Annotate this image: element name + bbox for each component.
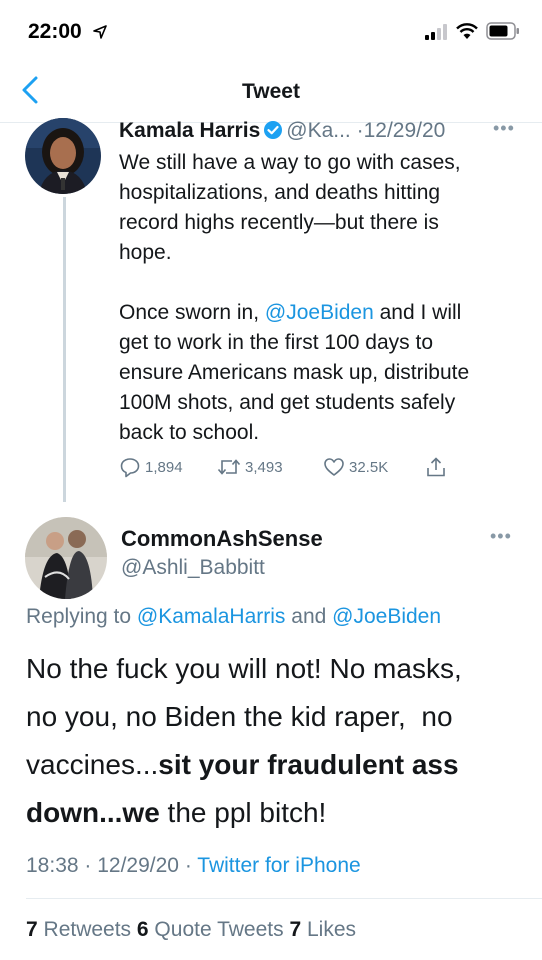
tweet-text-segment: and I will — [373, 301, 462, 324]
battery-icon — [486, 22, 519, 40]
tweet-date[interactable]: 12/29/20 — [364, 119, 446, 142]
likes-count: 7 — [289, 918, 302, 941]
tweet-line: back to school. — [119, 421, 260, 444]
status-time: 22:00 — [28, 20, 82, 43]
tweet-actions: 1,894 3,493 32.5K — [119, 456, 459, 486]
tweet-line: Once sworn in, @JoeBiden and I will — [119, 298, 524, 328]
reply-line: No the fuck you will not! No masks, — [26, 653, 462, 684]
retweet-icon — [217, 459, 241, 475]
navigation-bar: Tweet — [0, 62, 542, 120]
header-separator: · — [356, 119, 364, 142]
more-options-icon[interactable]: ••• — [493, 118, 515, 139]
quote-tweets-count: 6 — [136, 918, 149, 941]
verified-badge-icon — [264, 121, 283, 139]
like-count: 32.5K — [349, 458, 389, 476]
tweet-line: hospitalizations, and deaths hitting — [119, 181, 441, 204]
author-handle[interactable]: @Ashli_Babbitt — [121, 556, 265, 580]
author-name[interactable]: CommonAshSense — [121, 526, 323, 552]
meta-divider — [26, 898, 542, 899]
replying-to-line: Replying to @KamalaHarris and @JoeBiden — [26, 605, 441, 629]
status-bar: 22:00 — [0, 0, 542, 62]
replying-prefix: Replying to — [26, 605, 137, 628]
tweet-meta: 18:38 · 12/29/20 · Twitter for iPhone — [26, 854, 361, 878]
tweet-line: hope. — [119, 241, 172, 264]
tweet-text-segment: Once sworn in, — [119, 301, 265, 324]
retweets-label: Retweets — [37, 918, 137, 941]
reply-text-segment: the ppl bitch! — [159, 797, 327, 828]
avatar-kamala-harris[interactable] — [25, 118, 101, 194]
meta-separator: · — [178, 854, 198, 877]
retweet-count: 3,493 — [245, 458, 283, 476]
avatar-commonashsense[interactable] — [25, 517, 107, 599]
reply-text-segment: vaccines... — [26, 749, 159, 780]
reply-line: vaccines...sit your fraudulent ass — [26, 741, 526, 789]
tweet-line: 100M shots, and get students safely — [119, 391, 456, 414]
likes-label: Likes — [301, 918, 356, 941]
reply-line: no you, no Biden the kid raper, no — [26, 701, 453, 732]
quote-tweets-label: Quote Tweets — [148, 918, 290, 941]
tweet-line: record highs recently—but there is — [119, 211, 439, 234]
mention-link[interactable]: @KamalaHarris — [137, 605, 286, 628]
wifi-icon — [456, 23, 478, 39]
reply-text-bold: down...we — [26, 797, 160, 828]
reply-text: No the fuck you will not! No masks, no y… — [26, 645, 526, 837]
thread-line — [63, 197, 66, 502]
share-icon — [427, 457, 445, 477]
heart-icon — [324, 458, 344, 476]
quote-tweets-stat[interactable]: 6 Quote Tweets — [137, 918, 290, 941]
like-button[interactable]: 32.5K — [323, 456, 388, 478]
replying-and: and — [285, 605, 333, 628]
reply-button[interactable]: 1,894 — [119, 456, 183, 478]
cellular-signal-icon — [425, 24, 447, 40]
meta-separator: · — [78, 854, 98, 877]
tweet-source-link[interactable]: Twitter for iPhone — [197, 854, 360, 877]
tweet-time: 18:38 — [26, 854, 79, 877]
retweet-button[interactable]: 3,493 — [217, 456, 283, 478]
reply-count: 1,894 — [145, 458, 183, 476]
tweet-date: 12/29/20 — [97, 854, 179, 877]
retweets-stat[interactable]: 7 Retweets — [26, 918, 137, 941]
mention-link[interactable]: @JoeBiden — [265, 301, 374, 324]
tweet-header: Kamala Harris @Ka... ·12/29/20 — [119, 119, 445, 143]
engagement-stats: 7 Retweets 6 Quote Tweets 7 Likes — [26, 918, 356, 942]
retweets-count: 7 — [26, 918, 38, 941]
likes-stat[interactable]: 7 Likes — [289, 918, 356, 941]
page-title: Tweet — [242, 80, 300, 103]
more-options-icon[interactable]: ••• — [490, 526, 512, 547]
tweet-line: We still have a way to go with cases, — [119, 151, 461, 174]
author-handle[interactable]: @Ka... — [286, 119, 351, 142]
tweet-text: We still have a way to go with cases, ho… — [119, 148, 524, 448]
profile-photo-icon — [25, 118, 101, 194]
location-arrow-icon — [93, 25, 107, 39]
share-button[interactable] — [425, 456, 451, 478]
profile-photo-icon — [25, 517, 107, 599]
mention-link[interactable]: @JoeBiden — [332, 605, 441, 628]
author-name[interactable]: Kamala Harris — [119, 119, 260, 142]
tweet-line: get to work in the first 100 days to — [119, 331, 433, 354]
reply-text-bold: sit your fraudulent ass — [158, 749, 459, 780]
reply-icon — [120, 458, 140, 478]
tweet-line: ensure Americans mask up, distribute — [119, 361, 470, 384]
reply-line: down...we the ppl bitch! — [26, 789, 526, 837]
